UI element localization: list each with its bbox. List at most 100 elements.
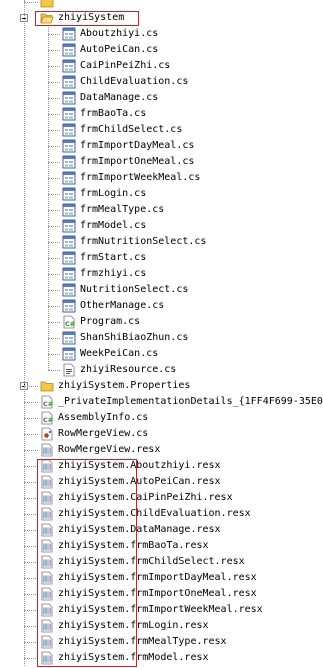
tree-line: [48, 25, 49, 370]
tree-item-label: zhiyiSystem.frmLogin.resx: [58, 620, 209, 631]
tree-line: [24, 450, 38, 451]
form-icon: [62, 267, 76, 281]
tree-item-label: frmImportWeekMeal.cs: [80, 172, 201, 183]
svg-text:C#: C#: [43, 400, 53, 408]
form-icon: [62, 139, 76, 153]
form-icon: [62, 107, 76, 121]
form-icon: [62, 219, 76, 233]
form-icon: [62, 187, 76, 201]
tree-file-resx[interactable]: zhiyiSystem.AutoPeiCan.resx: [0, 474, 323, 490]
resx-icon: [40, 603, 54, 617]
tree-line: [24, 482, 38, 483]
tree-line: [48, 210, 60, 211]
tree-file-resx[interactable]: zhiyiSystem.frmBaoTa.resx: [0, 538, 323, 554]
tree-item-label: zhiyiSystem.frmMealType.resx: [58, 636, 227, 647]
tree-file-resx[interactable]: zhiyiSystem.frmLogin.resx: [0, 618, 323, 634]
tree-item-label: frmBaoTa.cs: [80, 108, 147, 119]
tree-item-label: AssemblyInfo.cs: [58, 412, 149, 423]
form-icon: [62, 331, 76, 345]
tree-line: [48, 194, 60, 195]
tree-line: [24, 402, 38, 403]
tree-item-label: zhiyiSystem.frmChildSelect.resx: [58, 556, 245, 567]
resx-icon: [40, 523, 54, 537]
component-icon: [40, 427, 54, 441]
tree-item-label: frmLogin.cs: [80, 188, 147, 199]
tree-folder-zhiyisystem[interactable]: zhiyiSystem: [0, 10, 323, 26]
tree-line: [48, 370, 60, 371]
resx-icon: [40, 651, 54, 665]
csharp-icon: C#: [40, 411, 54, 425]
tree-file-resx[interactable]: zhiyiSystem.frmImportDayMeal.resx: [0, 570, 323, 586]
tree-item-label: ChildEvaluation.cs: [80, 76, 189, 87]
tree-item-label: zhiyiSystem.Aboutzhiyi.resx: [58, 460, 221, 471]
tree-file-resx[interactable]: zhiyiSystem.frmImportWeekMeal.resx: [0, 602, 323, 618]
tree-item-label: zhiyiSystem.frmImportWeekMeal.resx: [58, 604, 263, 615]
folder-icon: [40, 379, 54, 393]
tree-item-label: Program.cs: [80, 316, 141, 327]
tree-line: [48, 50, 60, 51]
tree-line: [24, 562, 38, 563]
form-icon: [62, 27, 76, 41]
tree-file-resx[interactable]: zhiyiSystem.frmChildSelect.resx: [0, 554, 323, 570]
tree-file[interactable]: RowMergeView.resx: [0, 442, 323, 458]
resx-icon: [40, 539, 54, 553]
tree-file-resx[interactable]: zhiyiSystem.DataManage.resx: [0, 522, 323, 538]
tree-line: [48, 178, 60, 179]
tree-item-label: zhiyiSystem.frmImportOneMeal.resx: [58, 588, 257, 599]
tree-file[interactable]: C# _PrivateImplementationDetails_{1FF4F69…: [0, 394, 323, 410]
tree-line: [48, 66, 60, 67]
tree-line: [24, 594, 38, 595]
tree-line: [24, 418, 38, 419]
tree-item-label: zhiyiSystem.frmBaoTa.resx: [58, 540, 209, 551]
tree-item-label: NutritionSelect.cs: [80, 284, 189, 295]
tree-item-label: zhiyiSystem.Properties: [58, 380, 191, 391]
tree-file-resx[interactable]: zhiyiSystem.frmModel.resx: [0, 650, 323, 666]
tree-item-label: zhiyiSystem.CaiPinPeiZhi.resx: [58, 492, 233, 503]
form-icon: [62, 59, 76, 73]
tree-file-resx[interactable]: zhiyiSystem.Aboutzhiyi.resx: [0, 458, 323, 474]
form-icon: [62, 203, 76, 217]
tree-item-label: OtherManage.cs: [80, 300, 165, 311]
tree-item-label: CaiPinPeiZhi.cs: [80, 60, 171, 71]
tree-item-partial[interactable]: [0, 0, 323, 10]
form-icon: [62, 155, 76, 169]
tree-file-resx[interactable]: zhiyiSystem.frmImportOneMeal.resx: [0, 586, 323, 602]
folder-open-icon: [40, 11, 54, 25]
tree-line: [24, 658, 38, 659]
tree-item-label: frmzhiyi.cs: [80, 268, 147, 279]
resx-icon: [40, 587, 54, 601]
tree-file-resx[interactable]: zhiyiSystem.ChildEvaluation.resx: [0, 506, 323, 522]
tree-item-label: _PrivateImplementationDetails_{1FF4F699-…: [58, 396, 323, 407]
tree-line: [48, 34, 60, 35]
tree-line: [48, 354, 60, 355]
tree-file[interactable]: C# AssemblyInfo.cs: [0, 410, 323, 426]
tree-item-label: frmStart.cs: [80, 252, 147, 263]
resx-icon: [40, 555, 54, 569]
tree-line: [24, 434, 38, 435]
tree-item-label: frmImportDayMeal.cs: [80, 140, 195, 151]
form-icon: [62, 283, 76, 297]
tree-line: [48, 258, 60, 259]
tree-item-label: WeekPeiCan.cs: [80, 348, 159, 359]
tree-line: [24, 2, 38, 3]
tree-file-resx[interactable]: zhiyiSystem.CaiPinPeiZhi.resx: [0, 490, 323, 506]
tree-line: [48, 322, 60, 323]
tree-file[interactable]: RowMergeView.cs: [0, 426, 323, 442]
tree-item-label: zhiyiSystem.ChildEvaluation.resx: [58, 508, 251, 519]
tree-item-label: frmNutritionSelect.cs: [80, 236, 207, 247]
tree-item-label: frmChildSelect.cs: [80, 124, 183, 135]
csharp-icon: C#: [40, 395, 54, 409]
tree-item-label: RowMergeView.cs: [58, 428, 149, 439]
solution-tree: zhiyiSystem Aboutzhiyi.cs AutoPeiCan.cs Cai…: [0, 0, 323, 667]
tree-item-label: frmImportOneMeal.cs: [80, 156, 195, 167]
tree-item-label: Aboutzhiyi.cs: [80, 28, 159, 39]
tree-item-label: frmModel.cs: [80, 220, 147, 231]
tree-file-resx[interactable]: zhiyiSystem.frmMealType.resx: [0, 634, 323, 650]
tree-item-label: zhiyiSystem.DataManage.resx: [58, 524, 221, 535]
tree-item-label: zhiyiSystem: [58, 12, 125, 23]
tree-folder-properties[interactable]: zhiyiSystem.Properties: [0, 378, 323, 394]
tree-line: [24, 514, 38, 515]
tree-line: [24, 546, 38, 547]
tree-line: [24, 0, 25, 666]
svg-text:C#: C#: [43, 416, 53, 424]
